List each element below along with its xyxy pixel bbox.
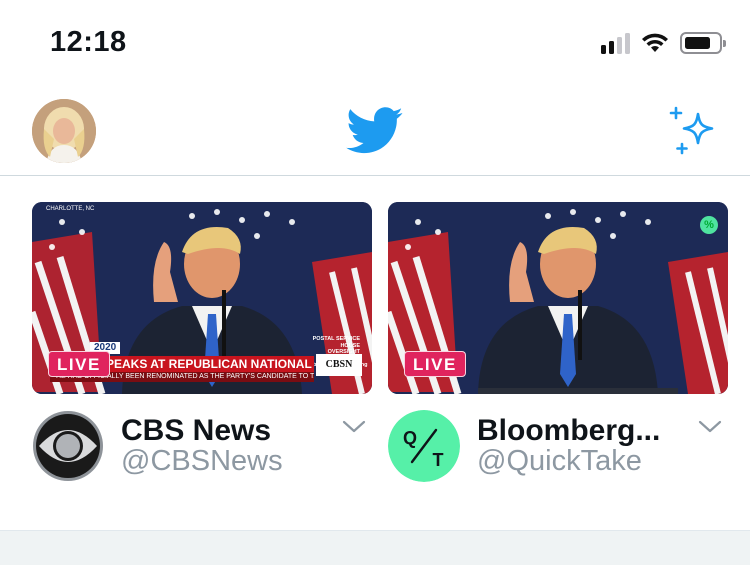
channel-handle: @QuickTake xyxy=(477,445,642,477)
wifi-icon xyxy=(642,33,668,52)
channel-handle: @CBSNews xyxy=(121,445,283,477)
status-time: 12:18 xyxy=(50,26,127,58)
nav-header xyxy=(0,90,750,176)
live-broadcast-thumbnail[interactable]: CHARLOTTE, NC POSTAL SERVICE HOUSE OVERS… xyxy=(32,202,372,394)
channel-bloomberg-quicktake[interactable]: Q T Bloomberg... @QuickTake xyxy=(388,410,728,482)
quicktake-logo: Q T xyxy=(388,410,460,482)
svg-text:Q: Q xyxy=(403,428,417,448)
chevron-down-icon[interactable] xyxy=(698,420,722,434)
chyron-headline: SPEAKS AT REPUBLICAN NATIONAL CONVENTION xyxy=(90,356,314,372)
cbs-eye-logo xyxy=(33,411,103,481)
twitter-bird-icon[interactable] xyxy=(346,107,404,155)
cbsn-network-bug: CBSN xyxy=(316,354,362,376)
chevron-down-icon[interactable] xyxy=(342,420,366,434)
live-badge: LIVE xyxy=(404,351,466,377)
channel-name: CBS News xyxy=(121,414,272,447)
live-badge: LIVE xyxy=(48,351,110,377)
live-broadcast-thumbnail[interactable]: % LIVE xyxy=(388,202,728,394)
battery-icon xyxy=(680,32,726,54)
sparkle-icon[interactable] xyxy=(668,106,720,156)
status-icons xyxy=(601,32,726,54)
section-divider xyxy=(0,530,750,565)
channel-cbs-news[interactable]: CBS News @CBSNews xyxy=(32,410,372,481)
percent-badge: % xyxy=(700,216,718,234)
channel-name: Bloomberg... xyxy=(477,414,661,447)
svg-text:T: T xyxy=(433,450,444,470)
profile-avatar[interactable] xyxy=(32,99,96,163)
broadcast-dateline: CHARLOTTE, NC xyxy=(46,206,95,212)
cellular-signal-icon xyxy=(601,32,630,54)
